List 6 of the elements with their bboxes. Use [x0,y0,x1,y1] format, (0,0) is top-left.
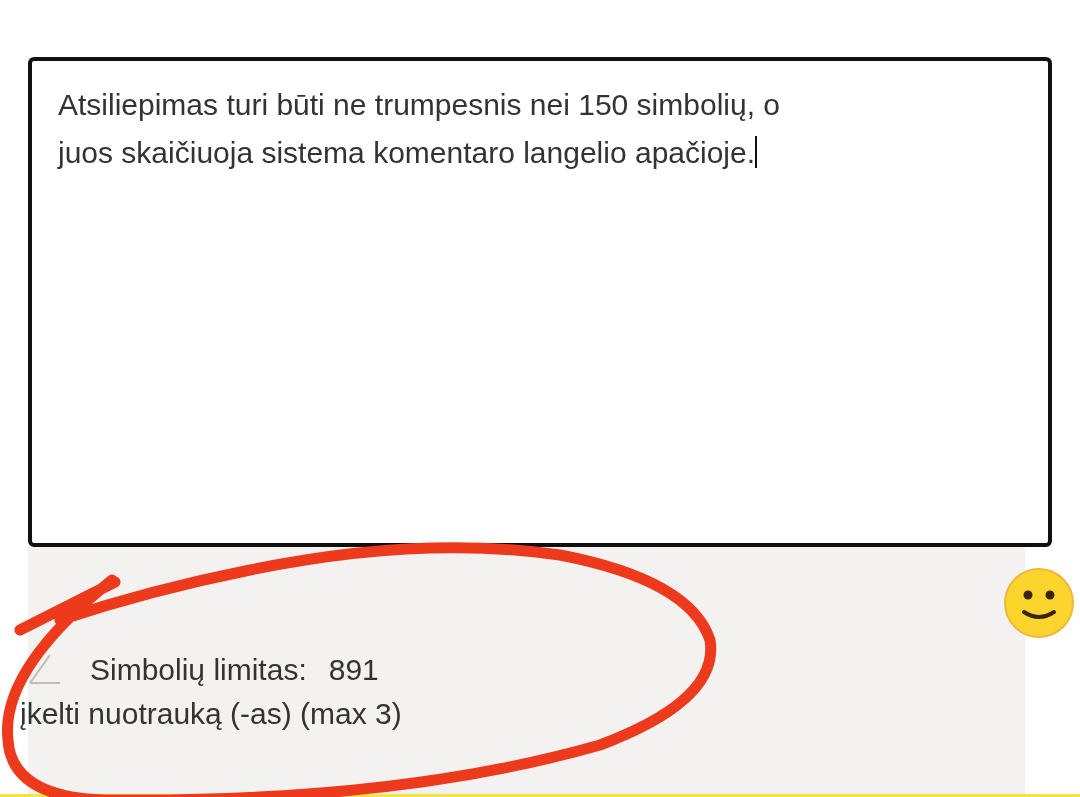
char-limit-label: Simbolių limitas: [90,653,307,687]
smiley-icon[interactable] [1003,567,1075,639]
comment-field[interactable]: Atsiliepimas turi būti ne trumpesnis nei 150 simbolių, o juos skaičiuoja sistema komentaro langelio apačioje. [28,57,1052,547]
text-cursor [755,136,758,168]
char-limit-count: 891 [328,653,379,687]
upload-photo-link[interactable]: įkelti nuotrauką (-as) (max 3) [20,697,402,731]
